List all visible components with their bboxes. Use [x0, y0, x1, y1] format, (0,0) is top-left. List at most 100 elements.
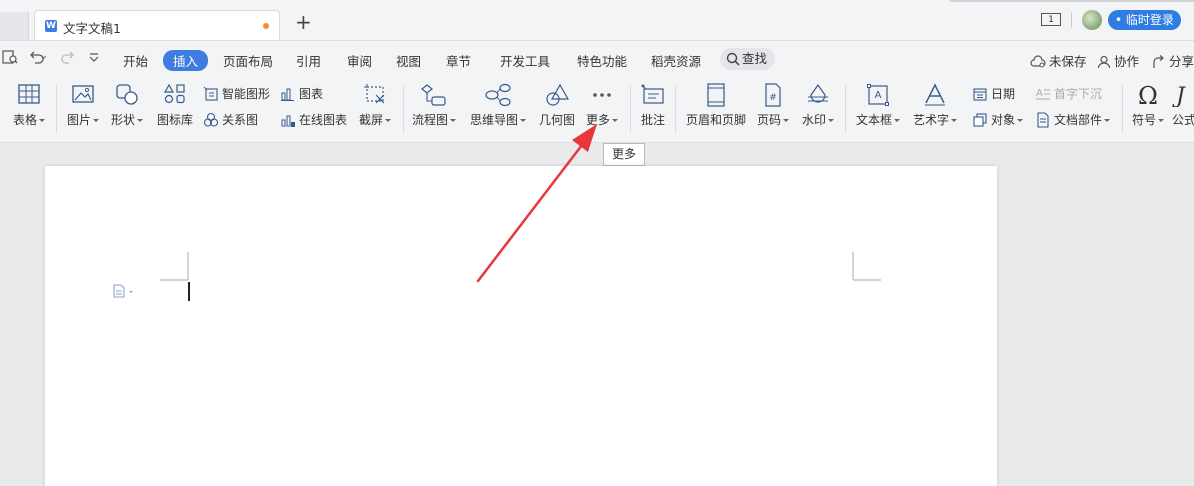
wordart-button[interactable]: 艺术字 [912, 83, 958, 128]
doc-parts-label: 文档部件 [1054, 113, 1103, 127]
object-label: 对象 [991, 113, 1016, 127]
collaborate-button[interactable]: 协作 [1097, 51, 1139, 70]
document-tab-title: 文字文稿1 [63, 21, 121, 36]
page-number-icon: # [765, 83, 781, 107]
textbox-icon: A [867, 84, 889, 106]
insert-ribbon: 表格 图片 形状 图标库 智能图形 关系图 图表 在线图表 截屏 流程图 思维导 [0, 77, 1194, 143]
chart-label: 图表 [299, 87, 324, 101]
date-button[interactable]: 日期 [972, 85, 1015, 102]
more-icon [593, 93, 611, 97]
textbox-label: 文本框 [855, 113, 892, 127]
symbol-button[interactable]: Ω 符号 [1128, 83, 1168, 128]
shape-icon [116, 84, 138, 105]
comment-button[interactable]: 批注 [637, 83, 669, 128]
table-label: 表格 [12, 113, 37, 127]
text-cursor [188, 282, 190, 301]
more-button[interactable]: 更多 [583, 83, 621, 128]
new-tab-button[interactable]: + [295, 12, 312, 32]
page-count-indicator[interactable]: 1 [1041, 13, 1061, 26]
menu-developer[interactable]: 开发工具 [500, 51, 550, 70]
relation-diagram-label: 关系图 [222, 113, 259, 127]
separator [630, 85, 631, 133]
menu-view[interactable]: 视图 [396, 51, 421, 70]
menu-insert[interactable]: 插入 [163, 50, 209, 71]
chart-button[interactable]: 图表 [280, 85, 323, 102]
menu-docer-resources[interactable]: 稻壳资源 [651, 51, 701, 70]
previous-tab-stub[interactable] [0, 12, 29, 40]
object-icon [973, 113, 987, 127]
relation-diagram-icon [203, 112, 219, 127]
separator [56, 85, 57, 133]
mindmap-button[interactable]: 思维导图 [469, 83, 527, 128]
calendar-icon [973, 88, 987, 101]
undo-icon[interactable] [28, 49, 47, 69]
search-icon [726, 52, 740, 66]
geometry-button[interactable]: 几何图 [537, 83, 577, 128]
watermark-icon [808, 83, 828, 103]
online-chart-icon [281, 115, 295, 127]
svg-text:A: A [875, 90, 882, 101]
picture-icon [72, 85, 94, 103]
picture-label: 图片 [66, 113, 91, 127]
shape-button[interactable]: 形状 [108, 83, 146, 128]
object-button[interactable]: 对象 [972, 111, 1024, 128]
menu-bar: 开始 插入 页面布局 引用 审阅 视图 章节 开发工具 特色功能 稻壳资源 查找… [0, 41, 1194, 77]
svg-text:J: J [1172, 84, 1186, 107]
screenshot-icon [364, 84, 385, 104]
menu-page-layout[interactable]: 页面布局 [223, 51, 273, 70]
screenshot-button[interactable]: 截屏 [356, 83, 394, 128]
header-footer-icon [707, 83, 725, 107]
watermark-button[interactable]: 水印 [800, 83, 836, 128]
wordart-label: 艺术字 [912, 113, 949, 127]
collaborate-label: 协作 [1114, 54, 1140, 69]
unsaved-button[interactable]: 未保存 [1030, 51, 1087, 70]
menu-chapter[interactable]: 章节 [446, 51, 471, 70]
cloud-icon [1030, 55, 1046, 68]
picture-button[interactable]: 图片 [64, 83, 102, 128]
formula-button[interactable]: J 公式 [1172, 83, 1194, 128]
paragraph-layout-icon[interactable] [112, 284, 136, 301]
screenshot-label: 截屏 [358, 113, 383, 127]
separator [1071, 12, 1072, 28]
document-tab[interactable]: W 文字文稿1 [34, 10, 280, 40]
redo-icon[interactable] [60, 49, 78, 69]
watermark-label: 水印 [801, 113, 826, 127]
mindmap-icon [485, 83, 511, 107]
smart-shape-button[interactable]: 智能图形 [203, 85, 270, 102]
quick-access-dropdown-icon[interactable] [88, 49, 100, 69]
geometry-icon [546, 83, 570, 106]
page-number-button[interactable]: # 页码 [755, 83, 791, 128]
icon-library-icon [163, 83, 185, 104]
more-tooltip: 更多 [603, 143, 645, 166]
search-button[interactable]: 查找 [720, 48, 776, 70]
table-button[interactable]: 表格 [10, 83, 48, 128]
drop-cap-button[interactable]: A 首字下沉 [1035, 85, 1102, 102]
menu-home[interactable]: 开始 [123, 51, 148, 70]
share-button[interactable]: 分享 [1152, 51, 1194, 70]
svg-text:A: A [1036, 88, 1043, 99]
doc-parts-button[interactable]: 文档部件 [1035, 111, 1111, 128]
flowchart-button[interactable]: 流程图 [410, 83, 458, 128]
avatar[interactable] [1082, 10, 1102, 30]
document-page[interactable] [45, 166, 997, 486]
share-label: 分享 [1169, 54, 1194, 69]
menu-review[interactable]: 审阅 [347, 51, 372, 70]
online-chart-button[interactable]: 在线图表 [280, 111, 347, 128]
print-preview-icon[interactable] [2, 49, 18, 69]
search-label: 查找 [742, 51, 768, 66]
table-icon [18, 84, 40, 104]
header-footer-button[interactable]: 页眉和页脚 [684, 83, 748, 128]
date-label: 日期 [991, 87, 1016, 101]
textbox-button[interactable]: A 文本框 [855, 83, 901, 128]
separator [675, 85, 676, 133]
relation-diagram-button[interactable]: 关系图 [203, 111, 258, 128]
icon-library-button[interactable]: 图标库 [155, 83, 195, 128]
title-bar: W 文字文稿1 + 1 • 临时登录 [0, 0, 1194, 41]
unsaved-dot-icon [263, 23, 269, 29]
menu-references[interactable]: 引用 [296, 51, 321, 70]
menu-features[interactable]: 特色功能 [577, 51, 627, 70]
flowchart-label: 流程图 [411, 113, 448, 127]
temp-login-button[interactable]: • 临时登录 [1108, 10, 1181, 30]
separator [403, 85, 404, 133]
comment-label: 批注 [640, 113, 665, 127]
